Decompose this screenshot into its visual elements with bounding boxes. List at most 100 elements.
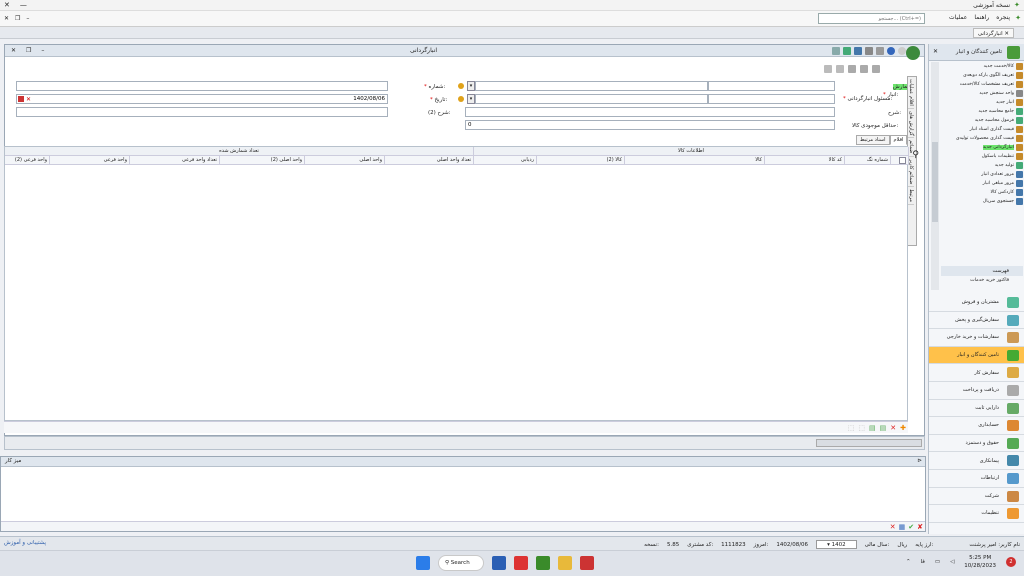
- tab-inventory-count[interactable]: انبارگردانی ✕: [972, 28, 1014, 38]
- options-icon[interactable]: [898, 47, 906, 55]
- grid-icon[interactable]: ▦: [899, 523, 906, 531]
- nav-item[interactable]: قیمت گذاری محصولات تولیدی: [941, 134, 1023, 143]
- copy-icon[interactable]: [865, 47, 873, 55]
- search-input[interactable]: [818, 13, 925, 24]
- col-item-2[interactable]: کالا (2): [537, 156, 625, 165]
- windows-start-icon[interactable]: [416, 556, 430, 570]
- module-sales[interactable]: مشتریان و فروش: [929, 294, 1024, 312]
- module-foreign-purchase[interactable]: سفارشات و خرید خارجی: [929, 329, 1024, 347]
- col-sub-unit[interactable]: واحد فرعی: [50, 156, 130, 165]
- list-section-header[interactable]: فهرست: [941, 266, 1023, 276]
- accounting-app-icon[interactable]: [536, 556, 550, 570]
- module-contracting[interactable]: پیمانکاری: [929, 452, 1024, 470]
- nav-item[interactable]: مرور تعدادی انبار: [941, 170, 1023, 179]
- volume-icon[interactable]: ◁: [950, 559, 954, 565]
- select-all-checkbox[interactable]: [891, 156, 909, 165]
- module-company[interactable]: شرکت: [929, 488, 1024, 506]
- clock[interactable]: 5:25 PM 10/28/2023: [964, 554, 996, 570]
- restore-icon[interactable]: ❐: [15, 15, 20, 22]
- pin-icon[interactable]: ⊳: [917, 458, 922, 464]
- col-item-code[interactable]: کد کالا: [765, 156, 845, 165]
- tab-related-docs[interactable]: اسناد مرتبط: [856, 135, 890, 145]
- nav-item[interactable]: جامع محاسبه جدید: [941, 107, 1023, 116]
- nav-item[interactable]: جستجوی سریال: [941, 197, 1023, 206]
- support-link[interactable]: پشتیبانی و آموزش: [4, 540, 46, 546]
- search-icon[interactable]: ⚲: [912, 150, 919, 160]
- add-row-icon[interactable]: ✚: [900, 424, 906, 432]
- nav-item[interactable]: واحد سنجش جدید: [941, 89, 1023, 98]
- nav-icon[interactable]: ⬚: [848, 424, 855, 432]
- word-icon[interactable]: [492, 556, 506, 570]
- nav-item[interactable]: کالا/خدمت جدید: [941, 62, 1023, 71]
- network-icon[interactable]: ▭: [935, 559, 940, 565]
- number-field[interactable]: [475, 81, 708, 91]
- warehouse-field[interactable]: [708, 81, 835, 91]
- date-extra-field[interactable]: [475, 94, 708, 104]
- module-receive-pay[interactable]: دریافت و پرداخت: [929, 382, 1024, 400]
- desc-field[interactable]: [465, 107, 835, 117]
- close-icon[interactable]: ✕: [4, 15, 9, 22]
- minimize-icon[interactable]: –: [26, 15, 29, 22]
- side-tab-items[interactable]: اقلام عملیات: [908, 77, 914, 109]
- nav-item[interactable]: تولید جدید: [941, 161, 1023, 170]
- calendar-icon[interactable]: [18, 96, 24, 102]
- doc-restore-icon[interactable]: ❐: [26, 47, 31, 54]
- fullscreen-icon[interactable]: [876, 47, 884, 55]
- check-icon[interactable]: ✔: [908, 523, 914, 531]
- module-communications[interactable]: ارتباطات: [929, 470, 1024, 488]
- save-new-icon[interactable]: [854, 47, 862, 55]
- edit-icon[interactable]: [824, 65, 832, 73]
- number-extra-field[interactable]: [16, 81, 388, 91]
- report-icon[interactable]: [872, 65, 880, 73]
- nav-item[interactable]: تنظیمات باسکول: [941, 152, 1023, 161]
- nav-close-icon[interactable]: ✕: [933, 48, 938, 55]
- col-main-qty[interactable]: تعداد واحد اصلی: [385, 156, 474, 165]
- date-dropdown[interactable]: ▾: [467, 94, 475, 104]
- list-section-item[interactable]: فاکتور خرید خدمات: [941, 278, 1023, 283]
- nav-item[interactable]: انبار جدید: [941, 98, 1023, 107]
- col-tag-number[interactable]: شماره تگ: [845, 156, 891, 165]
- notification-badge[interactable]: 2: [1006, 557, 1016, 567]
- tab-items[interactable]: اقلام: [889, 135, 908, 145]
- side-tab-related[interactable]: مرتبط: [908, 187, 914, 206]
- number-settings-icon[interactable]: [458, 83, 464, 89]
- calc-icon[interactable]: [848, 65, 856, 73]
- nav-item[interactable]: مرور مبلغی انبار: [941, 179, 1023, 188]
- min-stock-field[interactable]: [465, 120, 835, 130]
- module-accounting[interactable]: حسابداری: [929, 417, 1024, 435]
- col-item[interactable]: کالا: [625, 156, 765, 165]
- nav-item[interactable]: فرمول محاسبه جدید: [941, 116, 1023, 125]
- menu-item-help[interactable]: راهنما: [974, 14, 989, 21]
- module-orders[interactable]: سفارش‌گیری و پخش: [929, 312, 1024, 330]
- check-icon[interactable]: [836, 65, 844, 73]
- close-icon[interactable]: ✕: [890, 523, 896, 531]
- menu-item-operations[interactable]: عملیات: [949, 14, 967, 21]
- number-dropdown[interactable]: ▾: [467, 81, 475, 91]
- nav-scrollbar[interactable]: [931, 62, 939, 290]
- export-icon[interactable]: ▤: [880, 424, 887, 432]
- module-fixed-assets[interactable]: دارایی ثابت: [929, 400, 1024, 418]
- col-main-unit[interactable]: واحد اصلی: [305, 156, 385, 165]
- delete-row-icon[interactable]: ✕: [890, 424, 896, 432]
- col-sub-qty[interactable]: تعداد واحد فرعی: [130, 156, 220, 165]
- language-icon[interactable]: فا: [921, 559, 925, 565]
- nav-item[interactable]: تعریف مشخصات کالا/خدمت: [941, 80, 1023, 89]
- nav-item-active[interactable]: انبارگردانی جدید: [941, 143, 1023, 152]
- anydesk-icon[interactable]: [514, 556, 528, 570]
- copy-row-icon[interactable]: ⬚: [858, 424, 865, 432]
- desc2-field[interactable]: [16, 107, 388, 117]
- minimize-window-button[interactable]: —: [20, 1, 27, 9]
- side-tab-reports[interactable]: گزارش های: [908, 109, 914, 139]
- tray-chevron-icon[interactable]: ⌃: [906, 559, 911, 565]
- save-icon[interactable]: [843, 47, 851, 55]
- doc-minimize-icon[interactable]: –: [41, 47, 44, 54]
- clear-date-icon[interactable]: ✕: [26, 96, 31, 103]
- new-icon[interactable]: [832, 47, 840, 55]
- cancel-icon[interactable]: ✘: [917, 523, 923, 531]
- module-work-order[interactable]: سفارش کار: [929, 364, 1024, 382]
- nav-item[interactable]: تعریف الگوی بارکد دوبعدی: [941, 71, 1023, 80]
- help-icon[interactable]: [887, 47, 895, 55]
- responsible-field[interactable]: [708, 94, 835, 104]
- menu-item-window[interactable]: پنجره: [996, 14, 1010, 21]
- import-icon[interactable]: ▤: [869, 424, 876, 432]
